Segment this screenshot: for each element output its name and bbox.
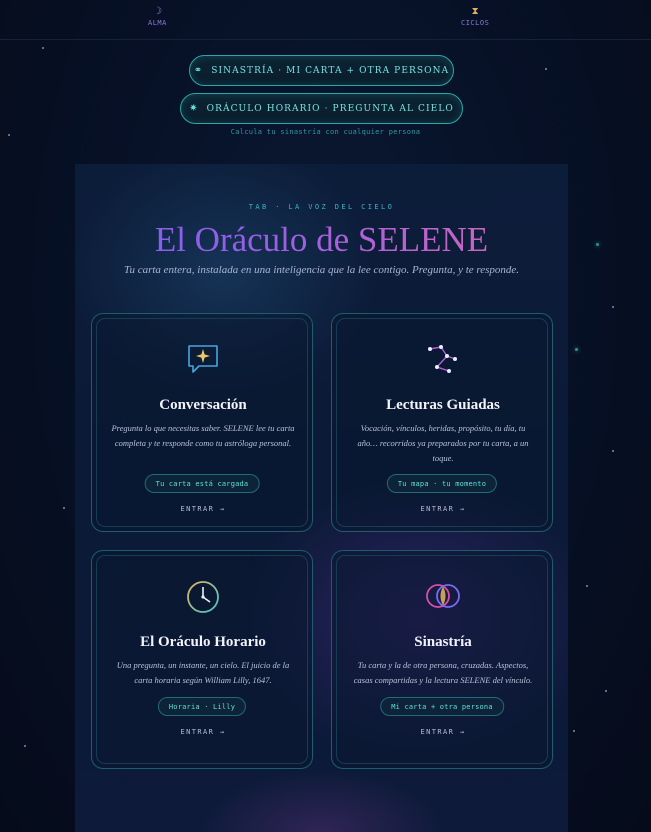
page-title: El Oráculo de SELENE xyxy=(75,219,568,261)
card-description: Vocación, vínculos, heridas, propósito, … xyxy=(357,423,529,463)
sparkle-icon: ✷ xyxy=(189,103,199,114)
star xyxy=(586,585,588,587)
star xyxy=(605,690,607,692)
sinastria-button[interactable]: ⚭ SINASTRÍA · MI CARTA + OTRA PERSONA xyxy=(189,55,454,86)
card-description: Tu carta y la de otra persona, cruzadas.… xyxy=(353,660,533,685)
card-tag: Mi carta + otra persona xyxy=(380,697,504,716)
star xyxy=(575,348,578,351)
star xyxy=(573,730,575,732)
enter-link[interactable]: ENTRAR → xyxy=(92,728,314,736)
nav-item-label: CICLOS xyxy=(461,19,490,27)
enter-link[interactable]: ENTRAR → xyxy=(332,728,554,736)
card-tag: Horaria · Lilly xyxy=(157,697,247,716)
star xyxy=(63,507,65,509)
card-sinastria[interactable]: Sinastría Tu carta y la de otra persona,… xyxy=(331,550,553,769)
oracle-panel: TAB · LA VOZ DEL CIELO El Oráculo de SEL… xyxy=(75,164,568,832)
card-title: Lecturas Guiadas xyxy=(386,397,500,413)
card-conversacion[interactable]: Conversación Pregunta lo que necesitas s… xyxy=(91,313,313,532)
top-nav: ☽ ALMA ⧗ CICLOS xyxy=(0,0,651,40)
star xyxy=(24,745,26,747)
overlapping-circles-icon xyxy=(332,578,554,614)
app-screen: ☽ ALMA ⧗ CICLOS ⚭ SINASTRÍA · MI CARTA +… xyxy=(0,0,651,832)
section-eyebrow: TAB · LA VOZ DEL CIELO xyxy=(248,203,395,211)
card-title: Conversación xyxy=(159,397,247,413)
enter-link[interactable]: ENTRAR → xyxy=(92,505,314,513)
star xyxy=(596,243,599,246)
card-title: Sinastría xyxy=(414,634,472,650)
star xyxy=(612,306,614,308)
card-tag: Tu carta está cargada xyxy=(144,474,260,493)
oraculo-horario-button[interactable]: ✷ ORÁCULO HORARIO · PREGUNTA AL CIELO xyxy=(180,93,463,124)
constellation-icon xyxy=(332,341,554,377)
enter-link[interactable]: ENTRAR → xyxy=(332,505,554,513)
star xyxy=(545,68,547,70)
card-oraculo-horario[interactable]: El Oráculo Horario Una pregunta, un inst… xyxy=(91,550,313,769)
interlocked-rings-icon: ⚭ xyxy=(193,65,204,76)
card-description: Una pregunta, un instante, un cielo. El … xyxy=(116,660,290,685)
card-description: Pregunta lo que necesitas saber. SELENE … xyxy=(111,423,295,448)
clock-icon xyxy=(92,578,314,614)
nav-item-label: ALMA xyxy=(148,19,167,27)
card-title: El Oráculo Horario xyxy=(140,634,266,650)
star xyxy=(612,450,614,452)
hourglass-icon: ⧗ xyxy=(471,6,479,17)
chat-sparkle-icon xyxy=(92,341,314,377)
sinastria-button-label: SINASTRÍA · MI CARTA + OTRA PERSONA xyxy=(211,65,450,76)
nav-item-ciclos[interactable]: ⧗ CICLOS xyxy=(461,6,490,28)
card-tag: Tu mapa · tu momento xyxy=(386,474,498,493)
star xyxy=(42,47,44,49)
oraculo-horario-button-label: ORÁCULO HORARIO · PREGUNTA AL CIELO xyxy=(206,103,454,114)
nav-item-alma[interactable]: ☽ ALMA xyxy=(148,6,167,28)
page-subtitle: Tu carta entera, instalada en una inteli… xyxy=(123,264,520,276)
moon-icon: ☽ xyxy=(152,6,162,17)
sinastria-hint: Calcula tu sinastría con cualquier perso… xyxy=(230,128,421,136)
card-lecturas-guiadas[interactable]: Lecturas Guiadas Vocación, vínculos, her… xyxy=(331,313,553,532)
